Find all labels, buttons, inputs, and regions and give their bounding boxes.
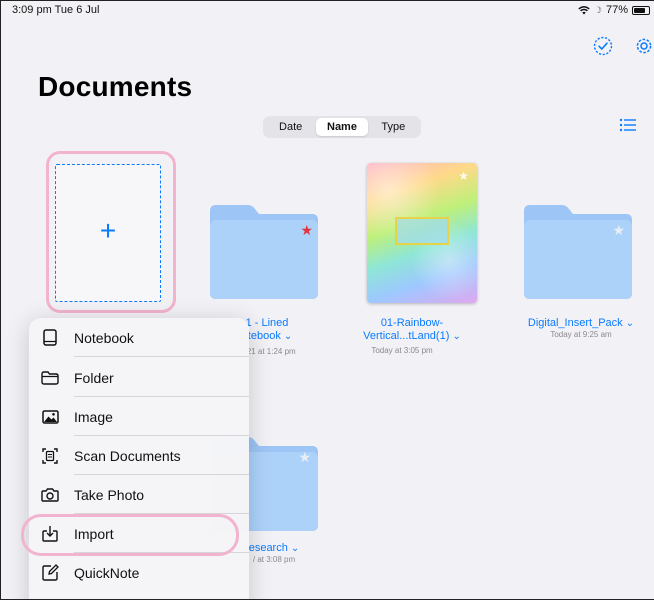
chevron-down-icon[interactable]: ⌄: [291, 543, 299, 554]
item-title-line2: Vertical...tLand(1): [363, 330, 450, 342]
battery-level-fill: [634, 7, 645, 13]
chevron-down-icon[interactable]: ⌄: [626, 318, 634, 329]
menu-item-folder[interactable]: Folder: [29, 358, 249, 397]
item-title[interactable]: Digital_Insert_Pack ⌄: [506, 317, 654, 330]
sort-date-option[interactable]: Date: [265, 118, 316, 136]
menu-item-label: Image: [74, 408, 113, 425]
app-frame: 3:09 pm Tue 6 Jul ☽ 77% Documents Date N…: [0, 0, 654, 600]
folder-icon: [210, 205, 318, 299]
star-icon[interactable]: ★: [458, 169, 469, 183]
item-title-line1: esearch: [248, 542, 288, 554]
folder-lined-notebook[interactable]: ★: [210, 203, 318, 299]
menu-item-label: QuickNote: [74, 564, 140, 581]
gear-icon[interactable]: [634, 36, 654, 58]
status-indicators: ☽ 77%: [578, 4, 650, 16]
chevron-down-icon[interactable]: ⌄: [284, 331, 292, 342]
notebook-cover-rainbow[interactable]: ★: [367, 163, 477, 303]
menu-item-label: Folder: [74, 369, 114, 386]
item-title-line1: 01-Rainbow-: [380, 317, 444, 329]
star-icon[interactable]: ★: [612, 222, 625, 239]
menu-divider: [74, 356, 249, 357]
status-time-date: 3:09 pm Tue 6 Jul: [12, 4, 100, 16]
folder-icon: [524, 205, 632, 299]
star-icon[interactable]: ★: [300, 222, 313, 239]
battery-icon: [632, 5, 650, 15]
image-icon: [41, 408, 59, 426]
chevron-down-icon[interactable]: ⌄: [452, 331, 460, 342]
menu-item-image[interactable]: Image: [29, 397, 249, 436]
menu-item-take-photo[interactable]: Take Photo: [29, 475, 249, 514]
menu-item-scan-documents[interactable]: Scan Documents: [29, 436, 249, 475]
star-icon[interactable]: ★: [298, 449, 311, 466]
menu-item-label: Scan Documents: [74, 447, 181, 464]
moon-icon: ☽: [593, 4, 602, 15]
list-icon[interactable]: [619, 118, 637, 134]
item-title-line1: 1 - Lined: [245, 317, 289, 329]
menu-item-quicknote[interactable]: QuickNote: [29, 553, 249, 592]
item-date: Today at 9:25 am: [550, 330, 612, 339]
quicknote-icon: [41, 564, 59, 582]
folder-digital-insert-pack[interactable]: ★: [524, 203, 632, 299]
battery-percent: 77%: [605, 4, 628, 16]
new-document-highlight: [46, 151, 176, 313]
notebook-icon: [41, 329, 59, 347]
new-item-menu: Notebook Folder Image Scan Documents Tak…: [29, 318, 249, 599]
menu-item-label: Take Photo: [74, 486, 145, 503]
scan-document-icon: [41, 447, 59, 465]
folder-icon: [41, 369, 59, 387]
menu-item-notebook[interactable]: Notebook: [29, 318, 249, 357]
notebook-cover-label: [395, 217, 449, 245]
item-title-line1: Digital_Insert_Pack: [527, 317, 623, 329]
sort-type-option[interactable]: Type: [368, 118, 419, 136]
page-title: Documents: [38, 71, 193, 102]
camera-icon: [41, 486, 59, 504]
sort-name-option[interactable]: Name: [316, 118, 368, 136]
checkmark-circle-icon[interactable]: [593, 36, 615, 58]
item-title[interactable]: 01-Rainbow- Vertical...tLand(1) ⌄: [337, 317, 487, 343]
item-date: Today at 3:05 pm: [371, 346, 433, 355]
import-highlight: [21, 514, 239, 556]
sort-segmented-control: Date Name Type: [263, 116, 421, 138]
wifi-icon: [578, 5, 590, 15]
menu-item-label: Notebook: [74, 329, 134, 346]
